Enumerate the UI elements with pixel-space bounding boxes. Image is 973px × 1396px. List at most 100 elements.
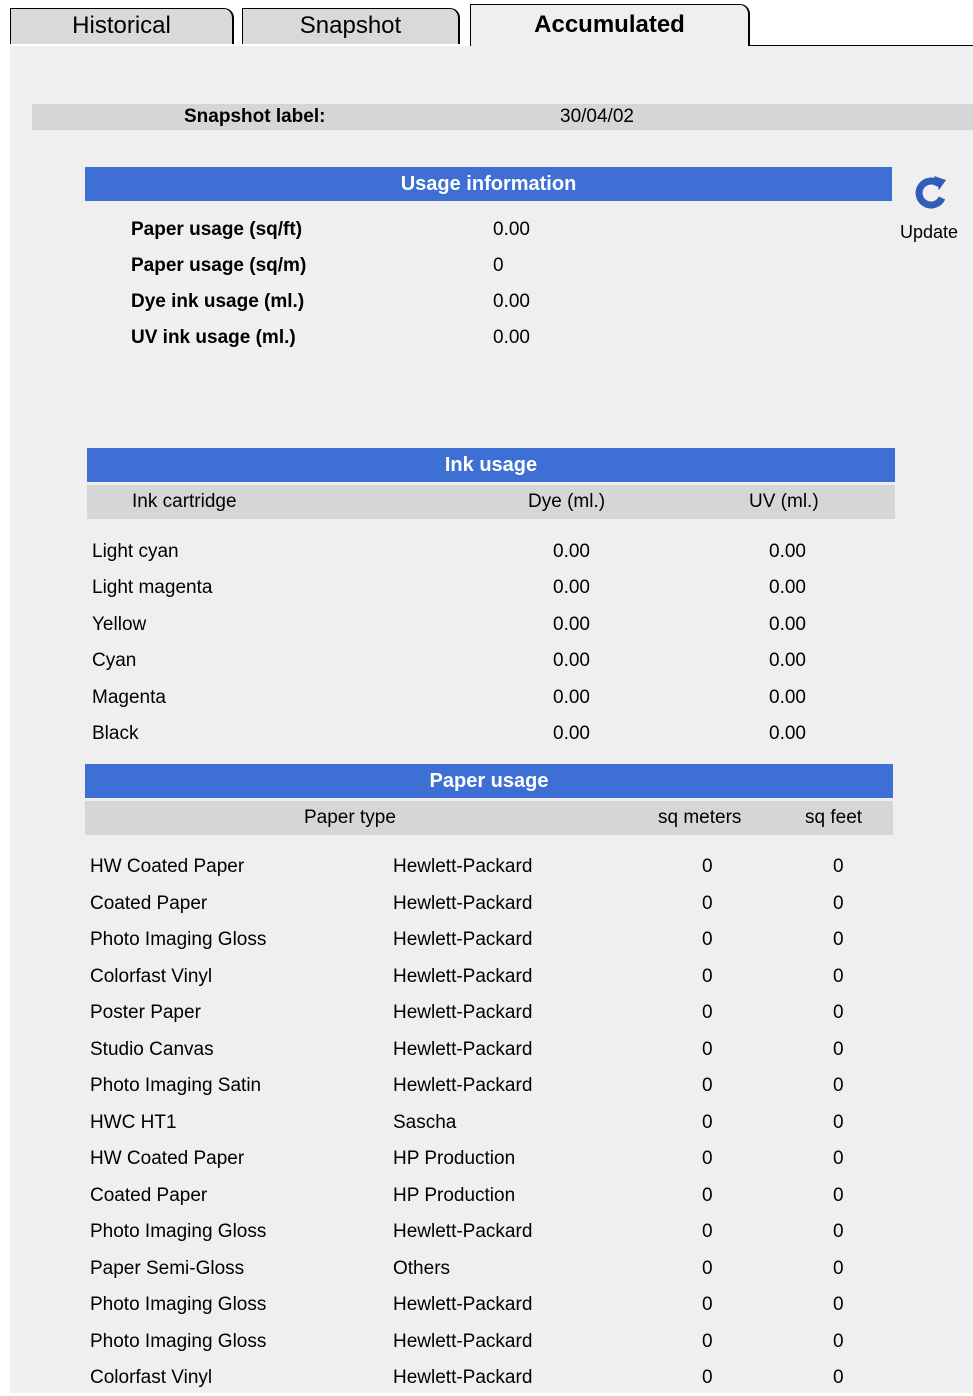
table-row: HW Coated Paper Hewlett-Packard 0 0 [10,849,890,885]
paper-type: Coated Paper [90,1185,208,1206]
ink-uv-value: 0.00 [769,614,806,635]
paper-type: Poster Paper [90,1002,201,1023]
paper-vendor: Hewlett-Packard [393,856,533,877]
paper-sq-meters: 0 [702,1367,713,1388]
usage-info-header: Usage information [85,167,892,201]
paper-sq-feet: 0 [833,1221,844,1242]
paper-sq-feet: 0 [833,1039,844,1060]
paper-sq-feet: 0 [833,1112,844,1133]
paper-sq-feet: 0 [833,929,844,950]
table-row: Photo Imaging Satin Hewlett-Packard 0 0 [10,1068,890,1104]
tab-bar: Historical Snapshot Accumulated [0,0,973,48]
table-row: Coated Paper HP Production 0 0 [10,1178,890,1214]
table-row: Colorfast Vinyl Hewlett-Packard 0 0 [10,1360,890,1396]
update-button[interactable]: Update [895,172,973,250]
usage-info-value: 0.00 [493,327,530,348]
ink-usage-column-header: Ink cartridge Dye (ml.) UV (ml.) [87,485,895,519]
paper-usage-column-header: Paper type sq meters sq feet [85,801,893,835]
paper-vendor: Hewlett-Packard [393,929,533,950]
ink-name: Magenta [92,687,166,708]
table-row: Paper Semi-Gloss Others 0 0 [10,1251,890,1287]
usage-info-row: UV ink usage (ml.) 0.00 [10,320,890,356]
paper-vendor: Hewlett-Packard [393,966,533,987]
tab-historical[interactable]: Historical [10,8,234,44]
paper-type: Colorfast Vinyl [90,1367,213,1388]
table-row: HW Coated Paper HP Production 0 0 [10,1141,890,1177]
ink-dye-value: 0.00 [553,723,590,744]
ink-uv-value: 0.00 [769,541,806,562]
paper-sq-meters: 0 [702,1221,713,1242]
column-sq-feet: sq feet [805,807,863,828]
paper-sq-feet: 0 [833,1258,844,1279]
usage-info-label: UV ink usage (ml.) [131,327,296,348]
paper-type: Colorfast Vinyl [90,966,213,987]
paper-sq-feet: 0 [833,1331,844,1352]
paper-vendor: Hewlett-Packard [393,893,533,914]
refresh-icon [915,176,946,209]
ink-name: Black [92,723,139,744]
paper-type: HW Coated Paper [90,1148,245,1169]
table-row: Colorfast Vinyl Hewlett-Packard 0 0 [10,959,890,995]
paper-sq-feet: 0 [833,1148,844,1169]
paper-type: Paper Semi-Gloss [90,1258,245,1279]
table-row: Photo Imaging Gloss Hewlett-Packard 0 0 [10,1287,890,1323]
paper-sq-meters: 0 [702,1258,713,1279]
column-sq-meters: sq meters [658,807,742,828]
ink-dye-value: 0.00 [553,577,590,598]
table-row: Magenta 0.00 0.00 [10,680,890,716]
paper-vendor: HP Production [393,1185,516,1206]
paper-sq-feet: 0 [833,1075,844,1096]
usage-info-row: Paper usage (sq/m) 0 [10,248,890,284]
usage-info-value: 0.00 [493,291,530,312]
accumulated-panel: Snapshot label: 30/04/02 Update Usage in… [10,46,973,1393]
paper-sq-feet: 0 [833,1002,844,1023]
paper-usage-header: Paper usage [85,764,893,798]
tab-accumulated[interactable]: Accumulated [470,4,750,48]
ink-uv-value: 0.00 [769,687,806,708]
table-row: Black 0.00 0.00 [10,716,890,752]
paper-sq-meters: 0 [702,1331,713,1352]
paper-sq-meters: 0 [702,856,713,877]
table-row: HWC HT1 Sascha 0 0 [10,1105,890,1141]
paper-sq-meters: 0 [702,1185,713,1206]
snapshot-value: 30/04/02 [560,106,634,127]
paper-sq-meters: 0 [702,1294,713,1315]
update-label: Update [900,222,959,242]
usage-info-value: 0 [493,255,504,276]
paper-sq-feet: 0 [833,1185,844,1206]
table-row: Photo Imaging Gloss Hewlett-Packard 0 0 [10,922,890,958]
table-row: Light magenta 0.00 0.00 [10,570,890,606]
paper-sq-feet: 0 [833,1294,844,1315]
usage-info-row: Paper usage (sq/ft) 0.00 [10,212,890,248]
table-row: Cyan 0.00 0.00 [10,643,890,679]
column-paper-type: Paper type [304,807,396,828]
paper-type: Photo Imaging Gloss [90,1331,267,1352]
paper-type: HWC HT1 [90,1112,177,1133]
paper-sq-meters: 0 [702,929,713,950]
paper-vendor: Hewlett-Packard [393,1039,533,1060]
table-row: Photo Imaging Gloss Hewlett-Packard 0 0 [10,1324,890,1360]
paper-type: Coated Paper [90,893,208,914]
tab-snapshot[interactable]: Snapshot [242,8,460,44]
ink-name: Cyan [92,650,137,671]
paper-vendor: Hewlett-Packard [393,1294,533,1315]
paper-vendor: Hewlett-Packard [393,1367,533,1388]
paper-vendor: Hewlett-Packard [393,1075,533,1096]
paper-type: Studio Canvas [90,1039,214,1060]
ink-usage-header: Ink usage [87,448,895,482]
paper-type: Photo Imaging Gloss [90,929,267,950]
paper-type: HW Coated Paper [90,856,245,877]
ink-name: Light magenta [92,577,213,598]
ink-dye-value: 0.00 [553,650,590,671]
paper-type: Photo Imaging Satin [90,1075,262,1096]
usage-info-value: 0.00 [493,219,530,240]
paper-vendor: Sascha [393,1112,457,1133]
paper-sq-feet: 0 [833,1367,844,1388]
paper-sq-meters: 0 [702,893,713,914]
paper-sq-feet: 0 [833,893,844,914]
paper-sq-meters: 0 [702,1002,713,1023]
ink-dye-value: 0.00 [553,687,590,708]
table-row: Studio Canvas Hewlett-Packard 0 0 [10,1032,890,1068]
paper-sq-meters: 0 [702,1039,713,1060]
paper-sq-meters: 0 [702,1112,713,1133]
